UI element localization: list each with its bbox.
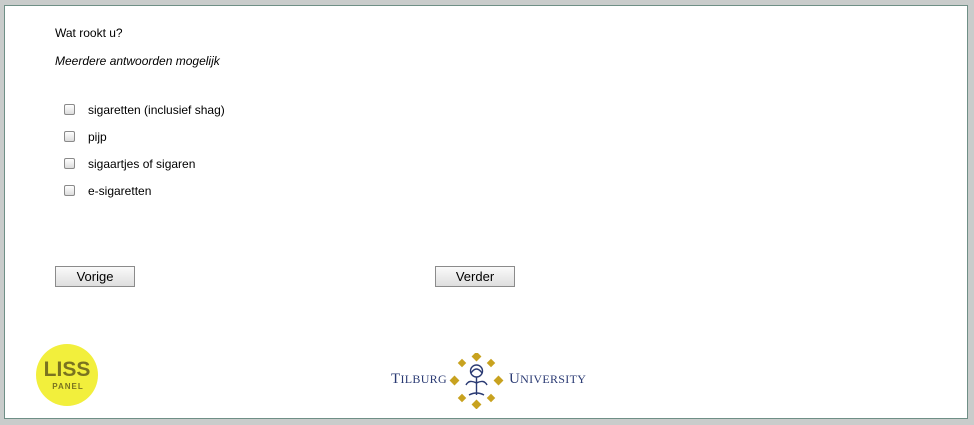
option-label: e-sigaretten	[88, 183, 152, 198]
previous-button[interactable]: Vorige	[55, 266, 135, 287]
option-sigaartjes[interactable]: sigaartjes of sigaren	[63, 150, 225, 177]
liss-logo-wordmark: LISS	[44, 358, 91, 381]
checkbox[interactable]	[64, 158, 75, 169]
tilburg-emblem-icon	[449, 353, 504, 409]
liss-panel-logo: LISS PANEL	[36, 344, 98, 406]
checkbox[interactable]	[64, 185, 75, 196]
option-label: sigaartjes of sigaren	[88, 156, 196, 171]
option-sigaretten[interactable]: sigaretten (inclusief shag)	[63, 96, 225, 123]
university-word: UNIVERSITY	[509, 371, 587, 387]
option-pijp[interactable]: pijp	[63, 123, 225, 150]
checkbox[interactable]	[64, 131, 75, 142]
checkbox[interactable]	[64, 104, 75, 115]
option-label: sigaretten (inclusief shag)	[88, 102, 225, 117]
answer-options: sigaretten (inclusief shag) pijp sigaart…	[63, 96, 225, 204]
question-instruction: Meerdere antwoorden mogelijk	[55, 54, 220, 68]
next-button[interactable]: Verder	[435, 266, 515, 287]
liss-logo-subtitle: PANEL	[52, 382, 84, 391]
option-label: pijp	[88, 129, 107, 144]
option-e-sigaretten[interactable]: e-sigaretten	[63, 177, 225, 204]
survey-panel: Wat rookt u? Meerdere antwoorden mogelij…	[4, 5, 968, 419]
tilburg-word: TILBURG	[391, 371, 447, 387]
question-text: Wat rookt u?	[55, 26, 123, 40]
tilburg-university-logo: TILBURG UNIVERSITY	[391, 351, 587, 411]
